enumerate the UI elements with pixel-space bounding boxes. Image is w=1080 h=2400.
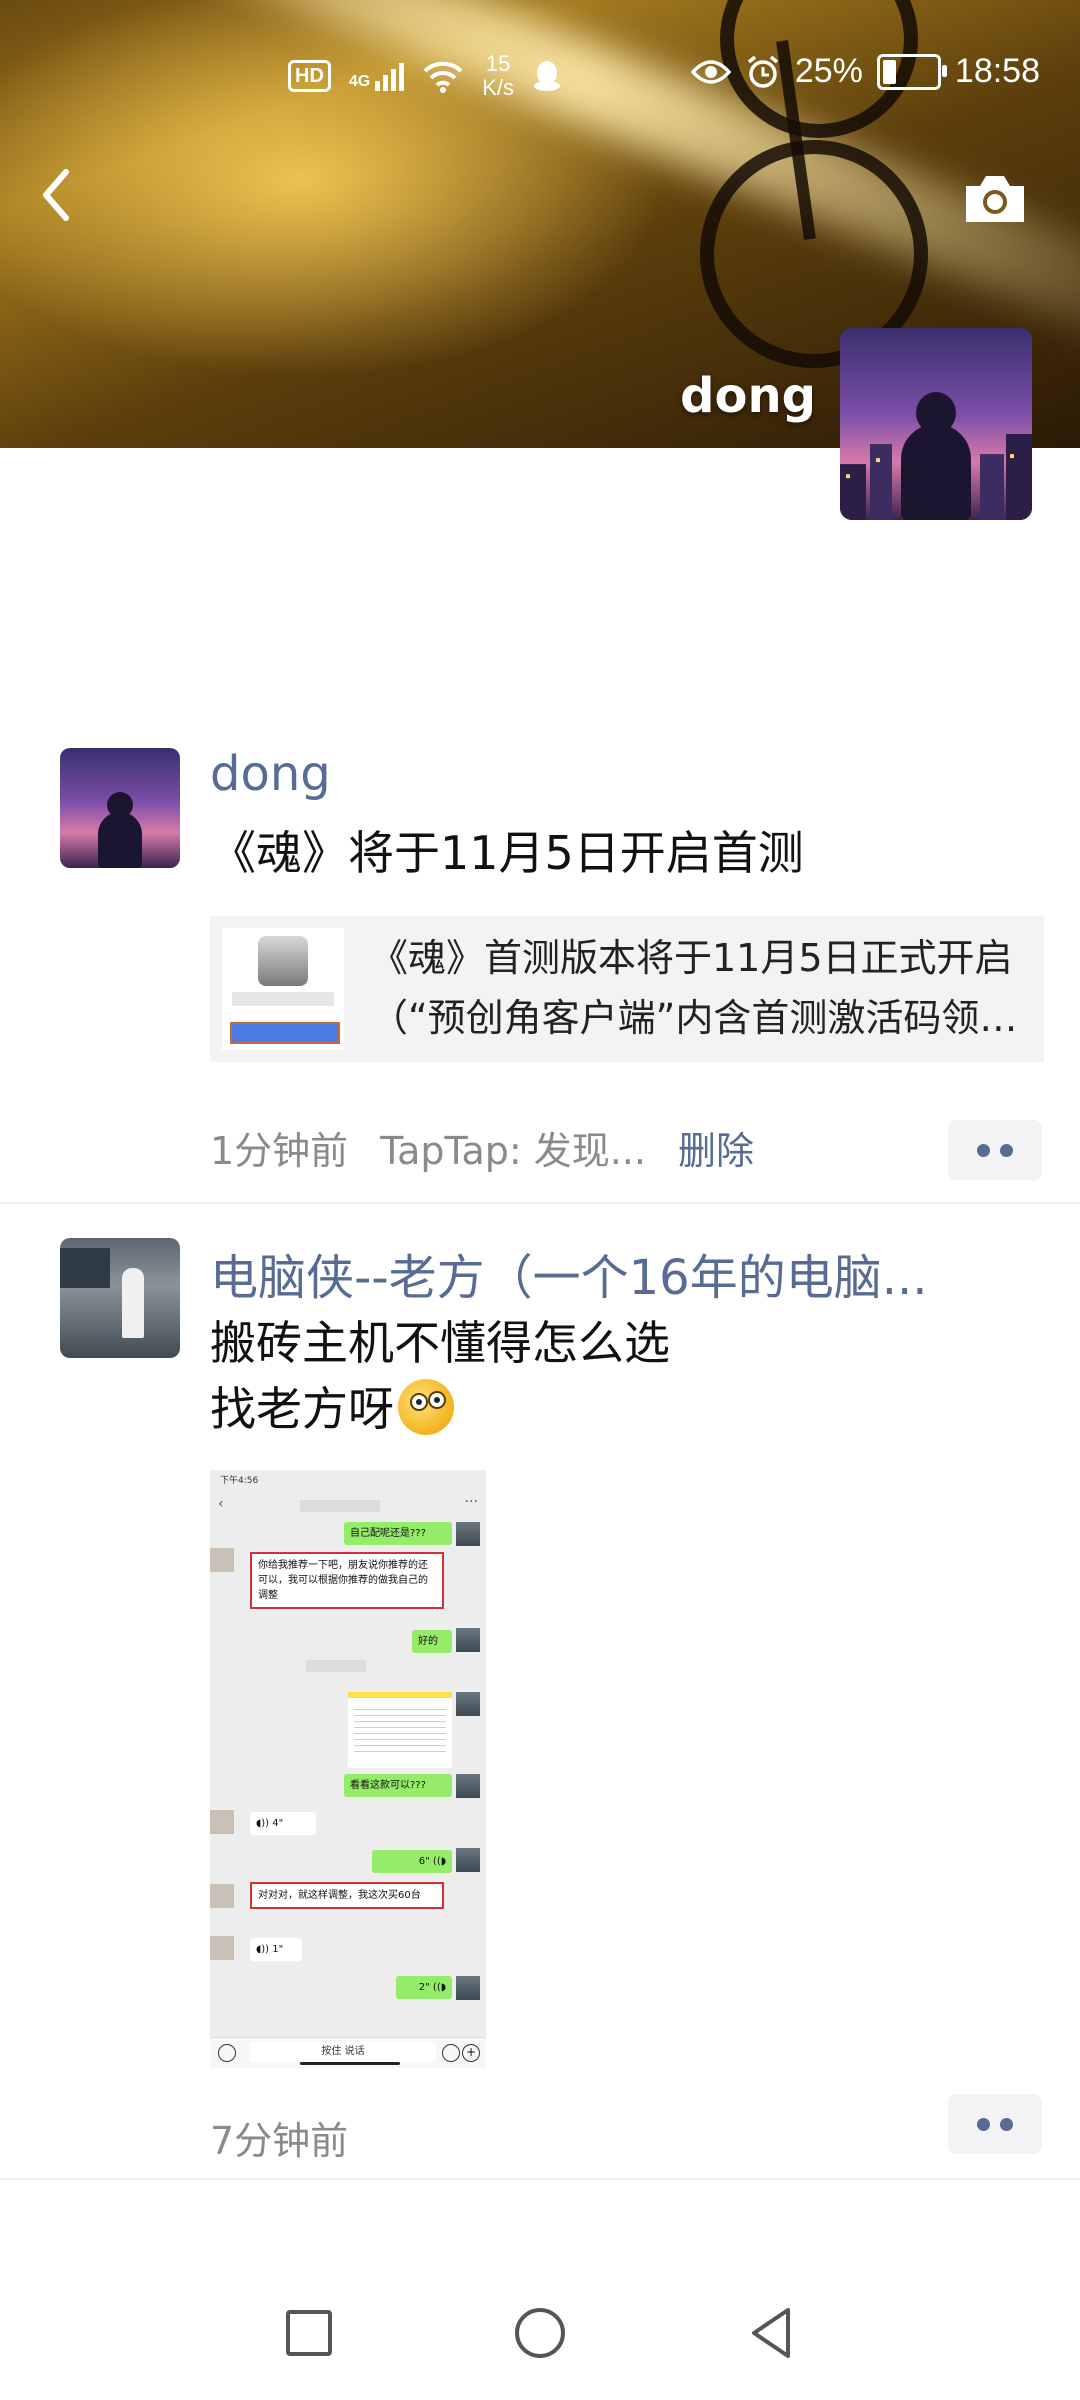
author-name[interactable]: dong (210, 746, 331, 802)
thumb-caption (232, 992, 334, 1006)
blurred-timestamp (306, 1660, 366, 1672)
system-nav-bar (0, 2270, 1080, 2400)
battery-percent: 25% (794, 52, 863, 90)
net-speed-value: 15 (485, 51, 511, 76)
post-text: 《魂》将于11月5日开启首测 (210, 826, 804, 880)
author-name[interactable]: 电脑侠--老方（一个16年的电脑... (210, 1238, 990, 1308)
link-title: 《魂》首测版本将于11月5日正式开启（“预创角客户端”内含首测激活码领取方式） (370, 936, 1018, 1040)
more-dots-icon: ··· (464, 1494, 478, 1510)
post-divider (0, 1202, 1080, 1204)
game-logo (258, 936, 308, 986)
clock: 18:58 (954, 52, 1040, 90)
cover-avatar[interactable] (840, 328, 1032, 520)
hd-badge: HD (288, 60, 331, 92)
more-dots-icon[interactable] (948, 2094, 1042, 2154)
delete-button[interactable]: 删除 (678, 1120, 754, 1175)
chat-avatar (456, 1848, 480, 1872)
square-icon[interactable] (274, 2298, 344, 2368)
link-thumbnail (222, 928, 344, 1050)
chat-bubble: 自己配呢还是??? (344, 1522, 452, 1545)
thinking-emoji-icon (398, 1379, 454, 1435)
chat-status-time: 下午4:56 (220, 1476, 259, 1486)
post-text-line2: 找老方呀 (210, 1382, 394, 1436)
post-text: 搬砖主机不懂得怎么选 找老方呀 (210, 1310, 670, 1442)
moment-post: dong 《魂》将于11月5日开启首测 《魂》首测版本将于11月5日正式开启（“… (0, 740, 1080, 1200)
wifi-icon (423, 61, 463, 93)
battery-icon (876, 53, 947, 90)
voice-icon: ((◗ (432, 1856, 446, 1867)
emoji-icon (442, 2044, 460, 2062)
person-silhouette (98, 812, 142, 868)
status-bar: HD 4G 15 K/s 25% 18:58 (0, 52, 1080, 112)
post-meta: 1分钟前 TapTap: 发现... 删除 (210, 1120, 754, 1175)
post-meta: 7分钟前 (210, 2110, 348, 2165)
chat-avatar (456, 1628, 480, 1652)
thumb-button (230, 1022, 340, 1044)
chat-avatar (210, 1810, 234, 1834)
plus-icon: + (462, 2044, 480, 2062)
post-text-line: 找老方呀 (210, 1376, 670, 1442)
triangle-back-icon[interactable] (736, 2298, 806, 2368)
voice-duration: 4" (272, 1818, 284, 1829)
post-divider (0, 2178, 1080, 2180)
post-source[interactable]: TapTap: 发现... (380, 1120, 646, 1175)
person-head (916, 392, 956, 434)
camera-icon[interactable] (960, 168, 1030, 228)
voice-icon: ◖)) (256, 1944, 270, 1955)
chat-header: ‹ ··· (210, 1492, 486, 1520)
chat-avatar (456, 1774, 480, 1798)
circle-icon[interactable] (505, 2298, 575, 2368)
post-image[interactable]: 下午4:56 ‹ ··· 自己配呢还是??? 你给我推荐一下吧，朋友说你推荐的还… (210, 1470, 486, 2068)
chat-avatar (210, 1884, 234, 1908)
voice-message: 6" ((◗ (372, 1850, 452, 1873)
post-time: 1分钟前 (210, 1129, 349, 1173)
home-indicator (300, 2062, 400, 2065)
post-time: 7分钟前 (210, 2119, 349, 2163)
moment-post: 电脑侠--老方（一个16年的电脑... 搬砖主机不懂得怎么选 找老方呀 下午4:… (0, 1230, 1080, 2180)
chevron-left-icon: ‹ (218, 1496, 224, 1512)
author-avatar[interactable] (60, 1238, 180, 1358)
sheet-rows (354, 1704, 446, 1752)
chat-bubble: 好的 (412, 1630, 452, 1653)
link-card[interactable]: 《魂》首测版本将于11月5日正式开启（“预创角客户端”内含首测激活码领取方式） (210, 916, 1044, 1062)
chat-image-spreadsheet (348, 1692, 452, 1768)
net-speed-unit: K/s (482, 75, 515, 100)
person-figure (122, 1268, 144, 1338)
cover-user-name: dong (680, 368, 816, 424)
chat-contact-name (300, 1500, 380, 1512)
chat-avatar (456, 1522, 480, 1546)
chat-avatar (456, 1976, 480, 2000)
chevron-left-icon[interactable] (28, 160, 88, 230)
net-speed: 15 K/s (482, 52, 514, 100)
voice-duration: 2" (418, 1982, 430, 1993)
voice-duration: 1" (272, 1944, 284, 1955)
eye-icon (690, 59, 731, 84)
person-silhouette (901, 424, 971, 520)
author-avatar[interactable] (60, 748, 180, 868)
person-head (107, 792, 133, 818)
voice-duration: 6" (418, 1856, 430, 1867)
chat-avatar (210, 1936, 234, 1960)
alarm-icon (747, 55, 778, 88)
signal-icon: 4G (348, 61, 405, 91)
hold-to-talk: 按住 说话 (250, 2042, 436, 2062)
voice-message: ◖)) 4" (250, 1812, 316, 1835)
voice-message: 2" ((◗ (396, 1976, 452, 1999)
chat-bubble: 对对对，就这样调整，我这次买60台 (250, 1882, 444, 1909)
shelf (60, 1248, 110, 1288)
chat-input-bar: 按住 说话 + (210, 2037, 486, 2068)
network-type: 4G (348, 73, 371, 90)
chat-avatar (210, 1548, 234, 1572)
voice-toggle-icon (218, 2044, 236, 2062)
chat-avatar (456, 1692, 480, 1716)
voice-message: ◖)) 1" (250, 1938, 302, 1961)
voice-icon: ((◗ (432, 1982, 446, 1993)
voice-icon: ◖)) (256, 1818, 270, 1829)
chat-bubble: 你给我推荐一下吧，朋友说你推荐的还可以，我可以根据你推荐的做我自己的调整 (250, 1552, 444, 1609)
post-text-line: 搬砖主机不懂得怎么选 (210, 1316, 670, 1370)
chat-bubble: 看看这款可以??? (344, 1774, 452, 1797)
more-dots-icon[interactable] (948, 1120, 1042, 1180)
qq-penguin-icon (534, 61, 561, 91)
